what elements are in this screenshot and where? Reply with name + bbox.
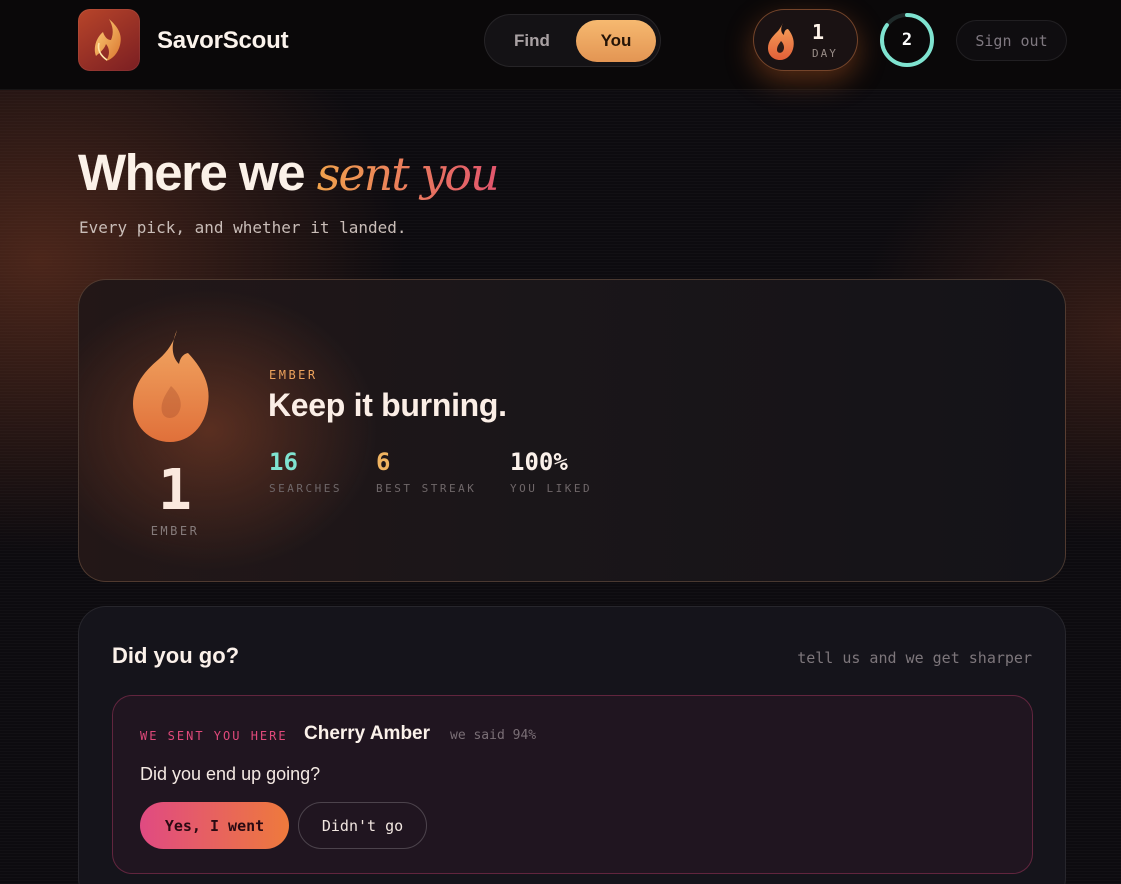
page-title-main: Where we	[78, 144, 306, 201]
stat-value: 100%	[510, 448, 568, 476]
progress-ring[interactable]: 2	[878, 11, 936, 69]
visit-prompt: WE SENT YOU HERE Cherry Amber we said 94…	[112, 695, 1033, 874]
stat-label: BEST STREAK	[376, 482, 477, 495]
ember-count-label: EMBER	[150, 524, 200, 538]
view-switcher: Find You	[484, 14, 661, 67]
streak-count: 1	[812, 20, 825, 44]
yes-went-button[interactable]: Yes, I went	[140, 802, 289, 849]
didnt-go-button[interactable]: Didn't go	[298, 802, 427, 849]
top-bar: SavorScout Find You 1 DAY 2 Sign out	[0, 0, 1121, 90]
streak-badge[interactable]: 1 DAY	[753, 9, 858, 71]
stat-value: 16	[269, 448, 298, 476]
match-score: we said 94%	[450, 728, 537, 743]
tab-find[interactable]: Find	[495, 21, 569, 61]
feather-flame-icon	[94, 19, 121, 61]
ember-tagline: Keep it burning.	[268, 387, 507, 423]
visit-question: Did you end up going?	[140, 764, 321, 784]
page-subtitle: Every pick, and whether it landed.	[79, 218, 407, 237]
flame-icon	[768, 23, 794, 60]
tier-label: EMBER	[269, 368, 318, 382]
page-title: Where we sent you	[78, 143, 500, 202]
sign-out-button[interactable]: Sign out	[956, 20, 1067, 61]
section-title: Did you go?	[112, 643, 240, 668]
stat-value: 6	[376, 448, 391, 476]
progress-ring-value: 2	[901, 30, 913, 50]
app-name: SavorScout	[157, 27, 289, 54]
ember-count: 1	[158, 458, 192, 523]
stat-label: SEARCHES	[269, 482, 342, 495]
stat-best-streak: 6 BEST STREAK	[376, 448, 476, 495]
visit-kicker: WE SENT YOU HERE	[140, 729, 288, 743]
restaurant-name[interactable]: Cherry Amber	[304, 723, 430, 745]
section-hint: tell us and we get sharper	[797, 649, 1032, 667]
did-you-go-card: Did you go? tell us and we get sharper W…	[78, 606, 1066, 884]
ember-flame-icon	[133, 330, 209, 442]
page-title-accent: sent you	[316, 147, 500, 201]
tab-you[interactable]: You	[576, 20, 656, 62]
ember-card: 1 EMBER EMBER Keep it burning. 16 SEARCH…	[78, 279, 1066, 582]
stat-you-liked: 100% YOU LIKED	[510, 448, 592, 495]
stat-label: YOU LIKED	[510, 482, 593, 495]
stat-searches: 16 SEARCHES	[269, 448, 342, 495]
streak-unit: DAY	[812, 47, 838, 60]
app-logo[interactable]	[78, 9, 140, 71]
